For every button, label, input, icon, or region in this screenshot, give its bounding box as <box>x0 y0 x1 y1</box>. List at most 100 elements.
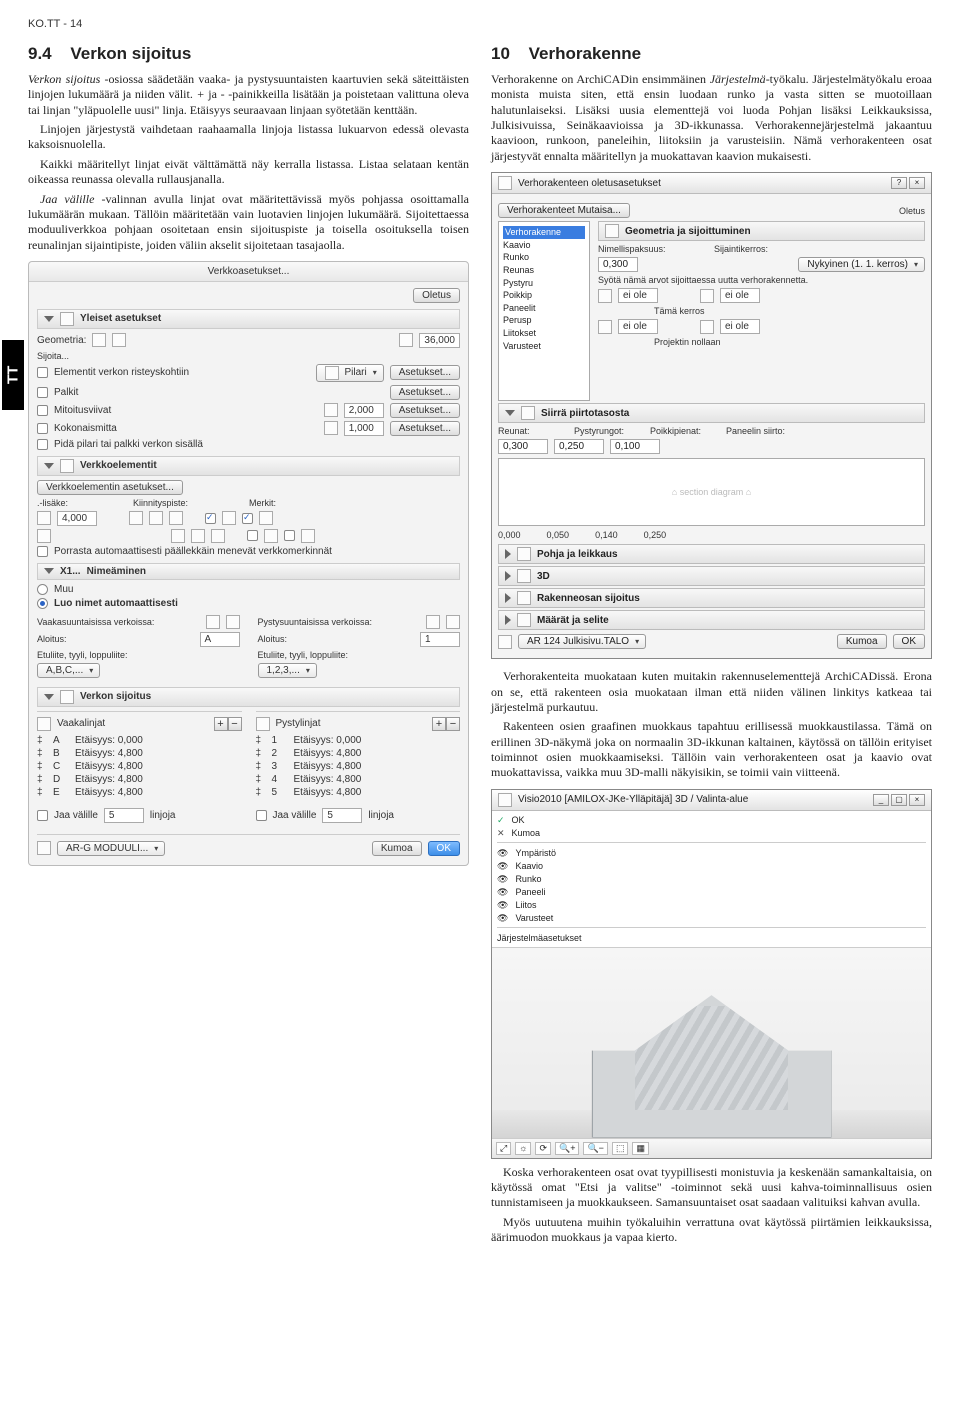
tool-icon[interactable]: ▦ <box>632 1142 649 1155</box>
asetukset-button[interactable]: Asetukset... <box>390 421 460 436</box>
menu-item[interactable]: OK <box>497 814 926 827</box>
anchor-icon[interactable] <box>211 529 225 543</box>
list-item[interactable]: ‡CEtäisyys: 4,800 <box>37 760 242 773</box>
tool-icon[interactable]: ☼ <box>515 1142 531 1155</box>
tree-item[interactable]: Perusp <box>503 314 585 327</box>
tree-item[interactable]: Paneelit <box>503 302 585 315</box>
min-icon[interactable]: _ <box>873 794 889 806</box>
asetukset-button[interactable]: Asetukset... <box>390 403 460 418</box>
lisake-input[interactable]: 4,000 <box>57 511 97 526</box>
tree-item[interactable]: Kaavio <box>503 239 585 252</box>
checkbox[interactable] <box>37 387 48 398</box>
tree-item[interactable]: Pystyru <box>503 277 585 290</box>
ok-button[interactable]: OK <box>893 634 925 649</box>
kumoa-button[interactable]: Kumoa <box>837 634 887 649</box>
merkit-check[interactable] <box>284 530 295 541</box>
merkit-check[interactable] <box>242 513 253 524</box>
jaa-checkbox[interactable] <box>256 810 267 821</box>
geometria-bar[interactable]: Geometria ja sijoittuminen <box>598 221 925 241</box>
kumoa-button[interactable]: Kumoa <box>372 841 422 856</box>
maarat-bar[interactable]: Määrät ja selite <box>498 610 925 630</box>
oletus-button[interactable]: Oletus <box>413 288 460 303</box>
dir-icon[interactable] <box>426 615 440 629</box>
anchor-icon[interactable] <box>169 511 183 525</box>
etl-v-select[interactable]: A,B,C,...▾ <box>37 663 100 678</box>
checkbox[interactable] <box>37 367 48 378</box>
menu-item[interactable]: Järjestelmäasetukset <box>497 932 926 944</box>
jaa-input[interactable]: 5 <box>104 808 144 823</box>
viewer-toolbar[interactable]: ⤢☼⟳🔍+🔍−⬚▦ <box>492 1138 931 1158</box>
checkbox[interactable] <box>37 405 48 416</box>
etl-p-select[interactable]: 1,2,3,...▾ <box>258 663 317 678</box>
plus-minus[interactable]: +− <box>214 717 242 731</box>
dir-icon[interactable] <box>446 615 460 629</box>
dir-icon[interactable] <box>206 615 220 629</box>
close-icon[interactable]: × <box>909 794 925 806</box>
close-icon[interactable]: × <box>909 177 925 189</box>
reunat-input[interactable]: 0,300 <box>498 439 548 454</box>
rakenneosan-bar[interactable]: Rakenneosan sijoitus <box>498 588 925 608</box>
tool-icon[interactable]: 🔍− <box>583 1142 607 1155</box>
help-icon[interactable]: ? <box>891 177 907 189</box>
tool-icon[interactable]: ⟳ <box>535 1142 551 1155</box>
tree-item[interactable]: Varusteet <box>503 340 585 353</box>
pohja-bar[interactable]: Pohja ja leikkaus <box>498 544 925 564</box>
layer-select[interactable]: AR 124 Julkisivu.TALO▾ <box>518 634 646 649</box>
eiole-input[interactable]: ei ole <box>720 288 760 303</box>
anchor-icon[interactable] <box>171 529 185 543</box>
menu-item[interactable]: Liitos <box>497 899 926 912</box>
tool-icon[interactable]: 🔍+ <box>555 1142 579 1155</box>
tree-item[interactable]: Reunas <box>503 264 585 277</box>
eiole-input[interactable]: ei ole <box>720 319 760 334</box>
checkbox[interactable] <box>37 439 48 450</box>
list-item[interactable]: ‡5Etäisyys: 4,800 <box>256 786 461 799</box>
nimeaminen-head[interactable]: X1...Nimeäminen <box>37 563 460 580</box>
sijoitus-head[interactable]: Verkon sijoitus <box>37 687 460 707</box>
aloitus-v-input[interactable]: A <box>200 632 240 647</box>
list-item[interactable]: ‡3Etäisyys: 4,800 <box>256 760 461 773</box>
asetukset-button[interactable]: Asetukset... <box>390 385 460 400</box>
list-item[interactable]: ‡DEtäisyys: 4,800 <box>37 773 242 786</box>
tool-icon[interactable]: ⤢ <box>496 1142 511 1155</box>
list-item[interactable]: ‡4Etäisyys: 4,800 <box>256 773 461 786</box>
anchor-icon[interactable] <box>129 511 143 525</box>
merkit-check[interactable] <box>205 513 216 524</box>
poikkip-input[interactable]: 0,100 <box>610 439 660 454</box>
anchor-icon[interactable] <box>191 529 205 543</box>
menu-item[interactable]: Kumoa <box>497 827 926 840</box>
list-item[interactable]: ‡BEtäisyys: 4,800 <box>37 747 242 760</box>
asetukset-button[interactable]: Asetukset... <box>390 365 460 380</box>
3d-scene[interactable] <box>492 948 931 1138</box>
verkkoelementit-head[interactable]: Verkkoelementit <box>37 456 460 476</box>
tree[interactable]: Verhorakenne Kaavio Runko Reunas Pystyru… <box>498 221 590 401</box>
max-icon[interactable]: ▢ <box>891 794 907 806</box>
lisake-icon[interactable] <box>37 529 51 543</box>
siirra-bar[interactable]: Siirrä piirtotasosta <box>498 403 925 423</box>
pilari-select[interactable]: Pilari▾ <box>316 364 384 382</box>
tree-item[interactable]: Liitokset <box>503 327 585 340</box>
list-item[interactable]: ‡AEtäisyys: 0,000 <box>37 734 242 747</box>
aloitus-p-input[interactable]: 1 <box>420 632 460 647</box>
pystyr-input[interactable]: 0,250 <box>554 439 604 454</box>
checkbox[interactable] <box>37 546 48 557</box>
3d-bar[interactable]: 3D <box>498 566 925 586</box>
mitoitus-input[interactable]: 2,000 <box>344 403 384 418</box>
plus-minus[interactable]: +− <box>432 717 460 731</box>
shape-icon[interactable] <box>112 333 126 347</box>
list-item[interactable]: ‡2Etäisyys: 4,800 <box>256 747 461 760</box>
shape-icon[interactable] <box>92 333 106 347</box>
building-model[interactable] <box>592 988 832 1138</box>
muu-radio[interactable] <box>37 584 48 595</box>
list-item[interactable]: ‡1Etäisyys: 0,000 <box>256 734 461 747</box>
anchor-icon[interactable] <box>149 511 163 525</box>
merkit-check[interactable] <box>247 530 258 541</box>
jaa-input[interactable]: 5 <box>322 808 362 823</box>
checkbox[interactable] <box>37 423 48 434</box>
np-input[interactable]: 0,300 <box>598 257 638 272</box>
tree-item[interactable]: Verhorakenne <box>503 226 585 239</box>
yleiset-head[interactable]: Yleiset asetukset <box>37 309 460 329</box>
layer-select[interactable]: AR-G MODUULI...▾ <box>57 841 165 856</box>
sk-select[interactable]: Nykyinen (1. 1. kerros)▾ <box>798 257 925 272</box>
eiole-input[interactable]: ei ole <box>618 288 658 303</box>
jaa-checkbox[interactable] <box>37 810 48 821</box>
